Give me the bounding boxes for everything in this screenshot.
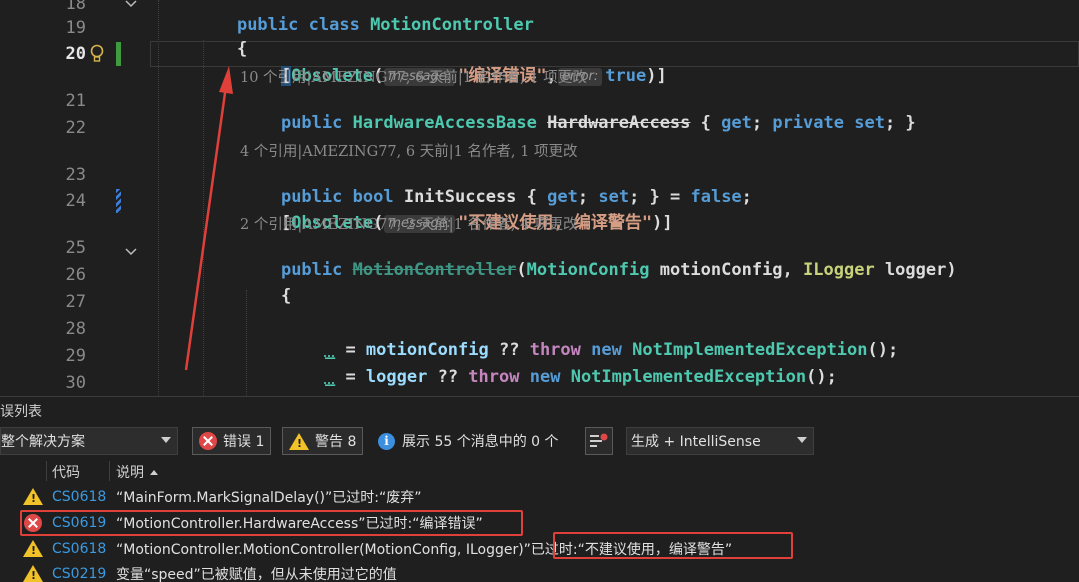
error-list-header: 代码 说明 [0,459,1079,483]
build-filter-dropdown[interactable]: 生成 + IntelliSense [626,427,814,455]
warning-icon: ! [23,540,43,557]
error-list-panel: 误列表 整个解决方案 错误 1 ! 警告 8 i 展示 55 个消息中的 0 个 [0,396,1079,582]
severity-warning: ! [23,565,43,582]
error-list-toolbar: 整个解决方案 错误 1 ! 警告 8 i 展示 55 个消息中的 0 个 生成 … [0,427,1079,455]
annotation-highlight-box [20,510,523,536]
diagnostic-code[interactable]: CS0618 [52,489,106,505]
diagnostic-description: “MainForm.MarkSignalDelay()”已过时:“废弃” [116,490,422,506]
diagnostic-code[interactable]: CS0618 [52,541,106,557]
error-list-row[interactable]: ! CS0618 “MainForm.MarkSignalDelay()”已过时… [0,485,1079,509]
chevron-down-icon [797,437,807,443]
column-header-code[interactable]: 代码 [52,462,80,482]
annotation-highlight-box [553,532,793,559]
info-icon: i [378,432,395,450]
panel-title: 误列表 [0,404,42,420]
warning-icon: ! [23,565,43,582]
column-separator [109,461,110,481]
messages-filter-button[interactable]: i 展示 55 个消息中的 0 个 [378,427,559,455]
errors-count-label: 错误 1 [223,434,265,450]
error-icon [199,432,217,450]
sort-ascending-icon [150,470,158,475]
column-separator [46,461,47,481]
scope-value: 整个解决方案 [1,434,85,450]
warning-icon: ! [289,432,309,450]
errors-filter-button[interactable]: 错误 1 [192,427,272,455]
code-editor[interactable]: 18 19 20 21 22 23 24 25 26 27 28 29 30 p… [0,0,1079,396]
scope-dropdown[interactable]: 整个解决方案 [0,427,178,455]
filter-list-icon [590,433,608,447]
column-header-description-label: 说明 [116,465,144,481]
messages-count-label: 展示 55 个消息中的 0 个 [402,434,559,450]
severity-warning: ! [23,540,43,557]
warnings-count-label: 警告 8 [315,434,357,450]
warnings-filter-button[interactable]: ! 警告 8 [282,427,364,455]
build-filter-value: 生成 + IntelliSense [631,434,761,450]
severity-warning: ! [23,488,43,505]
column-header-description[interactable]: 说明 [116,462,158,482]
filter-button[interactable] [585,427,613,455]
error-list-row[interactable]: ! CS0219 变量“speed”已被赋值，但从未使用过它的值 [0,562,1079,582]
diagnostic-code[interactable]: CS0219 [52,566,106,582]
chevron-down-icon [161,437,171,443]
warning-icon: ! [23,488,43,505]
annotation-arrow [184,66,233,371]
diagnostic-description: 变量“speed”已被赋值，但从未使用过它的值 [116,567,397,582]
error-list-row[interactable]: ! CS0618 “MotionController.MotionControl… [0,537,1079,561]
